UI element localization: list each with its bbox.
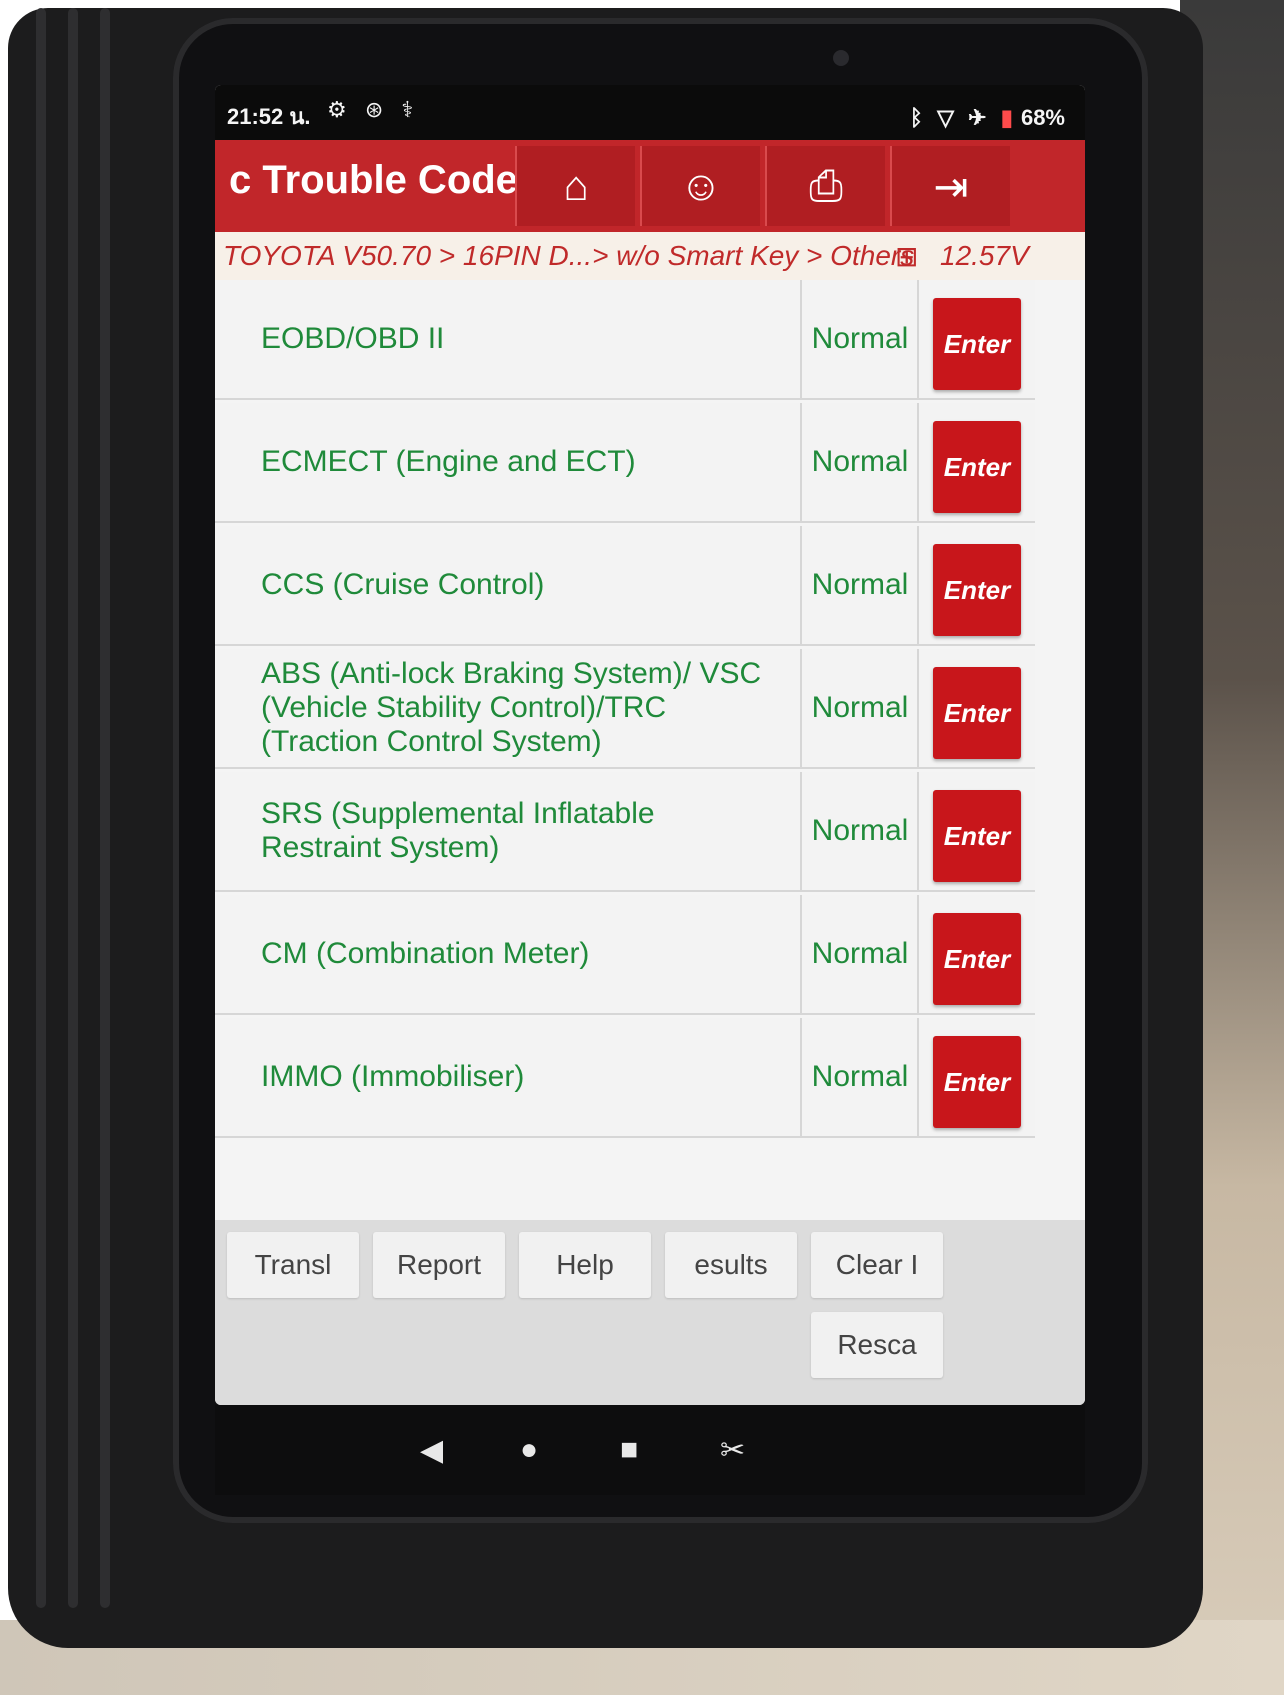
support-button[interactable]: ☺	[640, 146, 760, 226]
system-status: Normal	[811, 937, 909, 970]
divider	[917, 526, 919, 644]
camera	[833, 50, 849, 66]
system-name: SRS (Supplemental Inflatable Restraint S…	[261, 797, 655, 864]
system-name: CCS (Cruise Control)	[261, 568, 545, 601]
screen: 21:52 น. ⚙ ⊛ ⚕ ᛒ ▽ ✈ ▮ 68% c Trouble Cod…	[215, 85, 1085, 1405]
gear-icon: ⚙	[327, 97, 347, 122]
status-left-icons: ⚙ ⊛ ⚕	[327, 97, 425, 123]
system-status: Normal	[811, 322, 909, 355]
wifi-icon: ▽	[937, 105, 955, 130]
home-nav-icon[interactable]: ●	[520, 1433, 538, 1467]
list-item: ABS (Anti-lock Braking System)/ VSC (Veh…	[215, 649, 1035, 769]
system-status: Normal	[811, 445, 909, 478]
home-icon: ⌂	[563, 162, 589, 209]
results-button[interactable]: esults	[665, 1232, 797, 1298]
system-status: Normal	[811, 814, 909, 847]
list-item: ECMECT (Engine and ECT) Normal Enter	[215, 403, 1035, 523]
stethoscope-icon: ⚕	[401, 97, 414, 122]
breadcrumb: TOYOTA V50.70 > 16PIN D...> w/o Smart Ke…	[215, 232, 1085, 280]
system-name: IMMO (Immobiliser)	[261, 1060, 525, 1093]
enter-button[interactable]: Enter	[933, 790, 1021, 882]
list-item: IMMO (Immobiliser) Normal Enter	[215, 1018, 1035, 1138]
divider	[917, 772, 919, 890]
system-status: Normal	[811, 1060, 909, 1093]
divider	[800, 280, 802, 398]
system-name: ECMECT (Engine and ECT)	[261, 445, 636, 478]
exit-icon: ⇥	[933, 162, 969, 210]
status-bar: 21:52 น. ⚙ ⊛ ⚕ ᛒ ▽ ✈ ▮ 68%	[215, 85, 1085, 140]
translate-button[interactable]: Transl	[227, 1232, 359, 1298]
divider	[800, 649, 802, 767]
list-item: SRS (Supplemental Inflatable Restraint S…	[215, 772, 1035, 892]
list-item: CCS (Cruise Control) Normal Enter	[215, 526, 1035, 646]
enter-button[interactable]: Enter	[933, 913, 1021, 1005]
screenshot-icon[interactable]: ✂	[720, 1433, 745, 1468]
divider	[800, 895, 802, 1013]
enter-button[interactable]: Enter	[933, 544, 1021, 636]
page-title: c Trouble Code	[229, 158, 518, 202]
divider	[800, 526, 802, 644]
system-name: EOBD/OBD II	[261, 322, 445, 355]
breadcrumb-path: TOYOTA V50.70 > 16PIN D...> w/o Smart Ke…	[223, 240, 915, 271]
clear-button[interactable]: Clear I	[811, 1232, 943, 1298]
recents-icon[interactable]: ■	[620, 1433, 638, 1467]
enter-button[interactable]: Enter	[933, 1036, 1021, 1128]
print-button[interactable]: ⎙	[765, 146, 885, 226]
list-item: CM (Combination Meter) Normal Enter	[215, 895, 1035, 1015]
enter-button[interactable]: Enter	[933, 298, 1021, 390]
system-name: CM (Combination Meter)	[261, 937, 590, 970]
device-ridge	[68, 8, 78, 1608]
title-bar: c Trouble Code ⌂ ☺ ⎙ ⇥	[215, 140, 1085, 232]
list-item: EOBD/OBD II Normal Enter	[215, 280, 1035, 400]
exit-button[interactable]: ⇥	[890, 146, 1010, 226]
home-button[interactable]: ⌂	[515, 146, 635, 226]
status-right: ᛒ ▽ ✈ ▮ 68%	[902, 105, 1065, 131]
car-battery-icon: ⊞	[895, 241, 919, 272]
back-icon[interactable]: ◀	[420, 1433, 443, 1468]
user-support-icon: ☺	[679, 162, 723, 209]
system-name: ABS (Anti-lock Braking System)/ VSC (Veh…	[261, 657, 762, 758]
bottom-toolbar: Transl Report Help esults Clear I Resca	[215, 1220, 1085, 1405]
divider	[917, 895, 919, 1013]
enter-button[interactable]: Enter	[933, 667, 1021, 759]
divider	[917, 403, 919, 521]
device-ridge	[36, 8, 46, 1608]
rescan-button[interactable]: Resca	[811, 1312, 943, 1378]
divider	[917, 1018, 919, 1136]
report-button[interactable]: Report	[373, 1232, 505, 1298]
battery-voltage: 12.57V	[940, 240, 1029, 271]
battery-icon: ▮	[1000, 105, 1013, 130]
status-time: 21:52 น.	[227, 104, 311, 129]
divider	[917, 280, 919, 398]
battery-percent: 68%	[1020, 105, 1065, 130]
bluetooth-icon: ᛒ	[909, 105, 923, 130]
system-list: EOBD/OBD II Normal Enter ECMECT (Engine …	[215, 280, 1085, 1220]
divider	[917, 649, 919, 767]
divider	[800, 1018, 802, 1136]
enter-button[interactable]: Enter	[933, 421, 1021, 513]
sync-icon: ⊛	[364, 97, 384, 122]
airplane-icon: ✈	[968, 105, 987, 130]
divider	[800, 772, 802, 890]
system-status: Normal	[811, 691, 909, 724]
divider	[800, 403, 802, 521]
system-status: Normal	[811, 568, 909, 601]
help-button[interactable]: Help	[519, 1232, 651, 1298]
navigation-bar: ◀ ● ■ ✂	[215, 1405, 1085, 1495]
printer-icon: ⎙	[809, 161, 843, 209]
device-ridge	[100, 8, 110, 1608]
